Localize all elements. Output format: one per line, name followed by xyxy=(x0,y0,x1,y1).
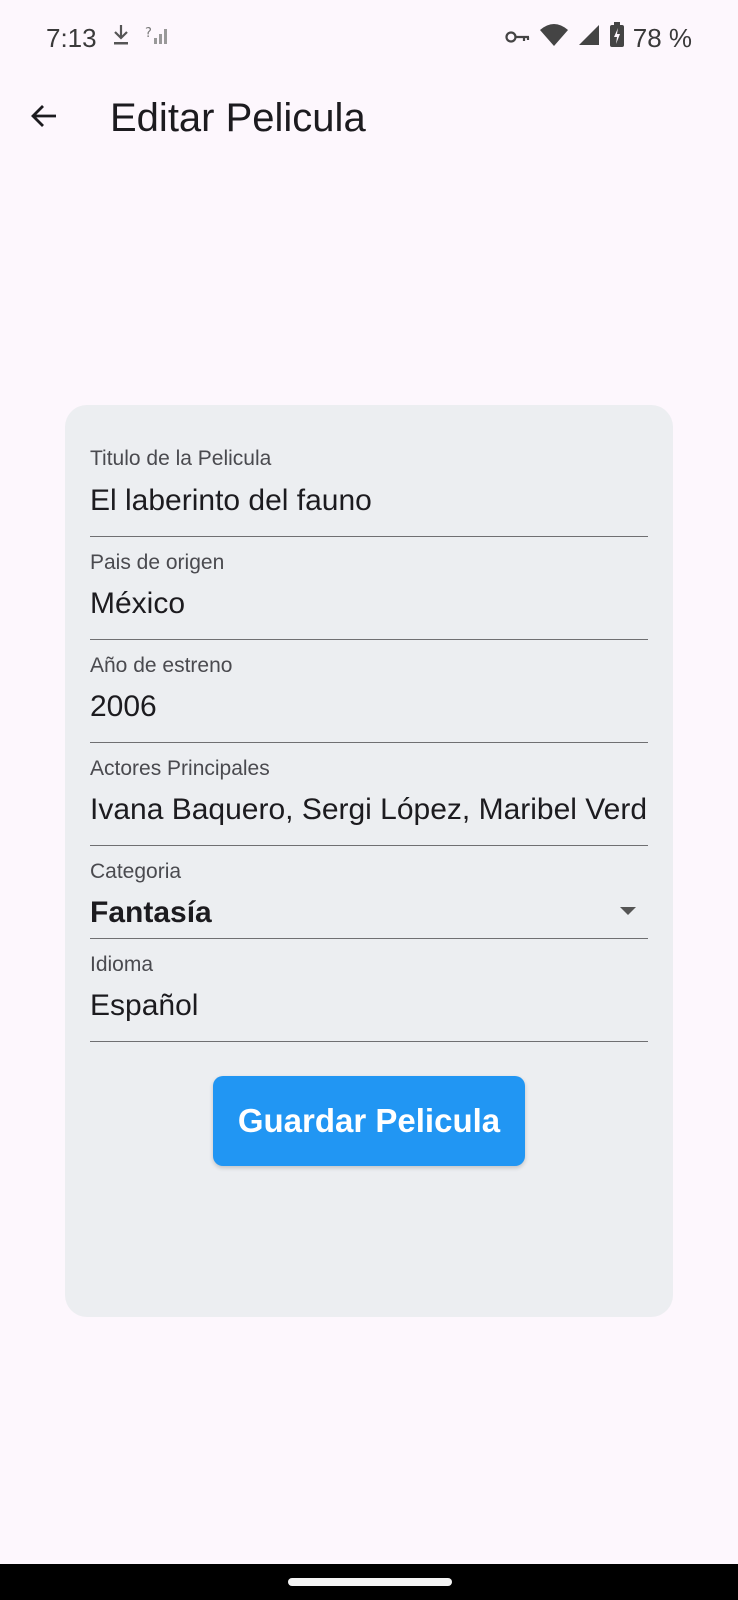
app-bar: Editar Pelicula xyxy=(0,76,738,160)
vpn-key-icon xyxy=(505,23,531,54)
status-bar: 7:13 ? 78 % xyxy=(0,0,738,76)
save-movie-button[interactable]: Guardar Pelicula xyxy=(213,1076,525,1166)
categoria-dropdown[interactable]: Categoria Fantasía xyxy=(90,846,648,939)
movie-form-card: Titulo de la Pelicula Pais de origen Año… xyxy=(65,405,673,1317)
home-gesture-handle[interactable] xyxy=(288,1578,452,1586)
back-button[interactable] xyxy=(20,94,68,142)
page-title: Editar Pelicula xyxy=(110,96,366,140)
titulo-label: Titulo de la Pelicula xyxy=(90,447,272,470)
battery-charging-icon xyxy=(609,21,625,55)
pais-label: Pais de origen xyxy=(90,551,225,574)
dropdown-arrow-icon xyxy=(620,907,636,915)
anio-input[interactable] xyxy=(90,690,648,724)
idioma-label: Idioma xyxy=(90,953,154,976)
actores-input[interactable] xyxy=(90,793,648,827)
titulo-field[interactable]: Titulo de la Pelicula xyxy=(90,430,648,537)
battery-percent: 78 % xyxy=(632,22,692,53)
system-nav-bar xyxy=(0,1564,738,1600)
titulo-input[interactable] xyxy=(90,484,648,518)
status-time: 7:13 xyxy=(46,22,97,53)
arrow-back-icon xyxy=(29,101,59,136)
categoria-label: Categoria xyxy=(90,860,182,883)
anio-label: Año de estreno xyxy=(90,654,233,677)
idioma-input[interactable] xyxy=(90,989,648,1023)
no-signal-icon: ? xyxy=(145,23,171,54)
download-icon xyxy=(111,23,131,54)
cell-signal-icon xyxy=(577,23,601,54)
pais-field[interactable]: Pais de origen xyxy=(90,537,648,640)
wifi-icon xyxy=(539,23,569,54)
actores-label: Actores Principales xyxy=(90,757,270,780)
svg-text:?: ? xyxy=(145,26,152,41)
categoria-selected-value: Fantasía xyxy=(90,896,212,929)
anio-field[interactable]: Año de estreno xyxy=(90,640,648,743)
actores-field[interactable]: Actores Principales xyxy=(90,743,648,846)
idioma-field[interactable]: Idioma xyxy=(90,939,648,1042)
pais-input[interactable] xyxy=(90,587,648,621)
